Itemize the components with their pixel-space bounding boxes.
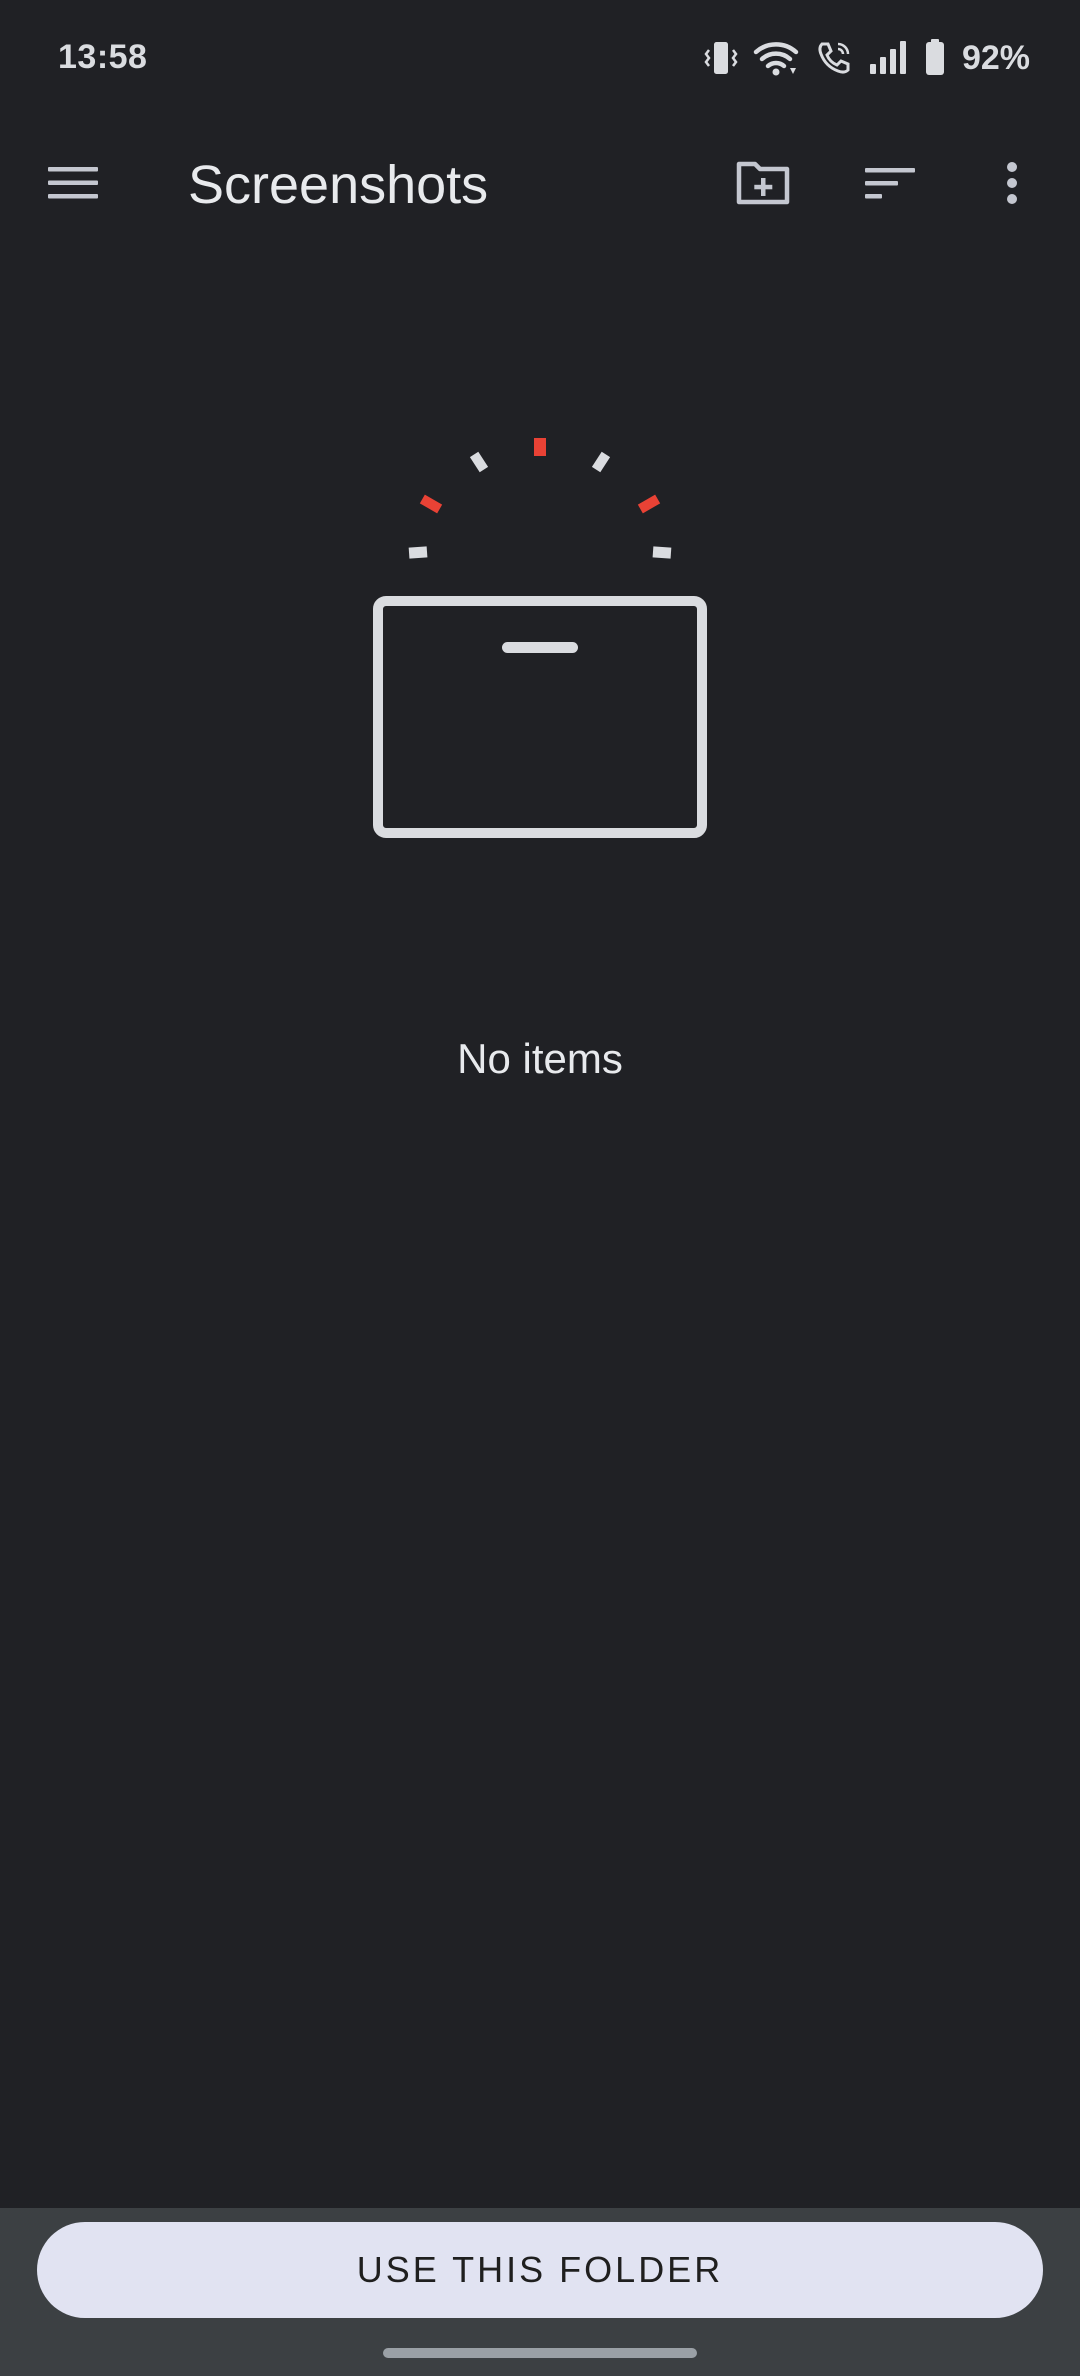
spark-red-right — [637, 494, 661, 514]
more-vert-icon — [1005, 161, 1019, 210]
page-title: Screenshots — [188, 155, 489, 215]
files-picker-screen: 13:58 92% Screenshots No items USE THIS … — [0, 0, 1080, 2376]
new-folder-icon — [735, 160, 791, 211]
spark-left-2 — [408, 546, 428, 559]
sort-button[interactable] — [846, 141, 934, 229]
more-options-button[interactable] — [968, 141, 1056, 229]
spark-right-2 — [652, 546, 672, 559]
spark-red-top — [534, 438, 546, 456]
spark-right-1 — [591, 451, 611, 473]
gesture-nav-handle[interactable] — [383, 2348, 697, 2358]
menu-button[interactable] — [29, 141, 117, 229]
vibrate-icon — [704, 38, 738, 78]
spark-left-1 — [469, 451, 489, 473]
status-icons: 92% — [704, 36, 1030, 80]
bottom-bar: USE THIS FOLDER — [0, 2208, 1080, 2376]
menu-icon — [48, 165, 98, 206]
sort-icon — [865, 166, 915, 205]
spark-red-left — [419, 494, 443, 514]
wifi-icon — [752, 38, 800, 78]
use-this-folder-button[interactable]: USE THIS FOLDER — [37, 2222, 1043, 2318]
new-folder-button[interactable] — [719, 141, 807, 229]
wifi-calling-icon — [814, 38, 854, 78]
status-bar: 13:58 92% — [0, 0, 1080, 120]
empty-message: No items — [457, 1035, 623, 1082]
battery-percent: 92% — [961, 38, 1030, 77]
top-app-bar: Screenshots — [0, 130, 1080, 240]
status-time: 13:58 — [58, 38, 148, 76]
battery-icon — [924, 38, 946, 78]
signal-icon — [868, 38, 910, 78]
empty-box-icon — [360, 420, 720, 850]
